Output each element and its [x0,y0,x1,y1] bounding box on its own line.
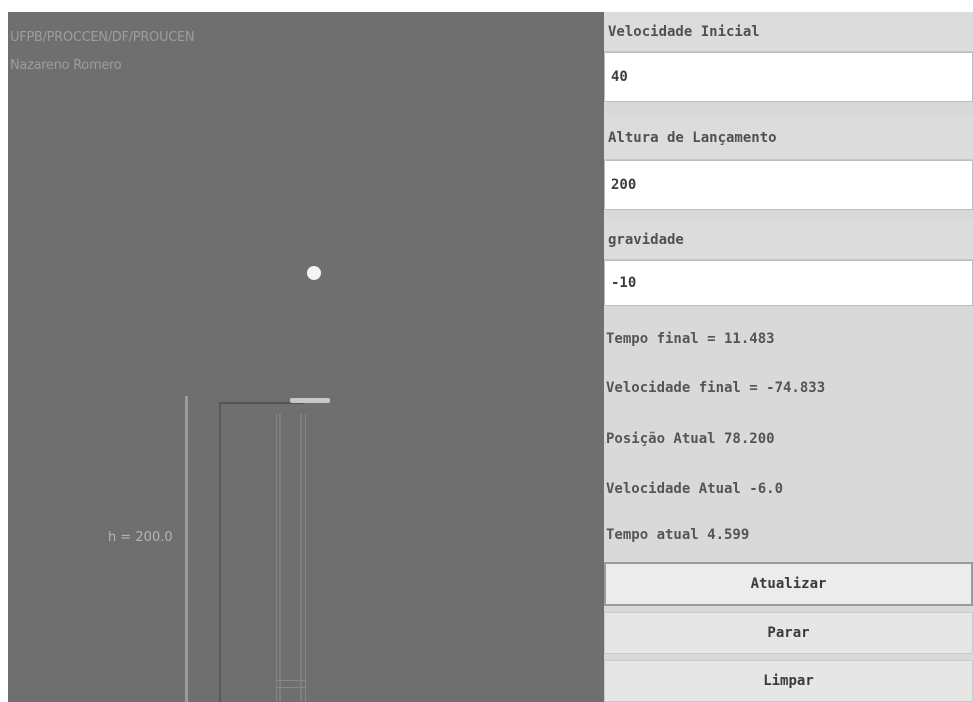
final-velocity-readout: Velocidade final = -74.833 [606,380,826,396]
launch-height-label: Altura de Lançamento [604,116,973,160]
projectile-ball [307,266,321,280]
tower-left-edge [219,402,221,702]
final-time-readout: Tempo final = 11.483 [606,331,775,347]
current-velocity-readout: Velocidade Atual -6.0 [606,481,784,497]
clear-button[interactable]: Limpar [604,660,973,702]
update-button[interactable]: Atualizar [604,562,973,606]
tower-column-inner-right [300,414,302,702]
current-position-readout: Posição Atual 78.200 [606,431,775,447]
stop-button[interactable]: Parar [604,612,973,654]
launch-platform [290,398,330,403]
control-panel: Velocidade Inicial Altura de Lançamento … [604,12,973,702]
launch-height-input[interactable] [604,160,973,210]
gravity-input[interactable] [604,260,973,306]
gravity-label: gravidade [604,220,973,260]
initial-velocity-label: Velocidade Inicial [604,12,973,52]
height-scale-line [185,396,188,702]
tower-column-inner-left [279,414,281,702]
simulation-canvas[interactable]: UFPB/PROCCEN/DF/PROUCEN Nazareno Romero … [8,12,604,702]
height-label: h = 200.0 [108,530,173,545]
credit-line-1: UFPB/PROCCEN/DF/PROUCEN [10,30,195,45]
credit-line-2: Nazareno Romero [10,58,122,73]
tower-base [276,680,306,688]
initial-velocity-input[interactable] [604,52,973,102]
current-time-readout: Tempo atual 4.599 [606,527,750,543]
